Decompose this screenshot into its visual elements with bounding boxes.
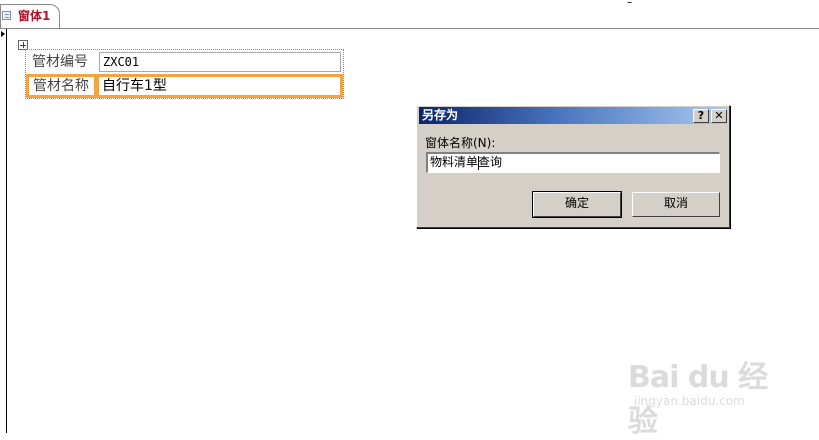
section-arrow-icon <box>1 31 5 37</box>
watermark-url: jingyan.baidu.com <box>634 394 745 408</box>
field-input-pipe-code[interactable]: ZXC01 <box>99 52 341 72</box>
field-label-pipe-name[interactable]: 管材名称 <box>26 74 97 98</box>
form-icon <box>2 11 11 20</box>
cancel-button[interactable]: 取消 <box>632 192 720 217</box>
tab-label: 窗体1 <box>18 9 51 23</box>
ok-button[interactable]: 确定 <box>532 191 622 218</box>
cursor-mark <box>626 0 632 3</box>
field-input-pipe-name[interactable]: 自行车1型 <box>96 74 343 98</box>
form-name-input[interactable]: 物料清单查询 <box>426 152 720 173</box>
form-name-value: 物料清单查询 <box>430 155 503 169</box>
text-caret <box>478 156 479 170</box>
design-left-edge <box>6 29 7 433</box>
document-tab-bar: 窗体1 <box>0 0 819 29</box>
help-button[interactable]: ? <box>693 109 709 123</box>
close-button[interactable]: ✕ <box>711 109 727 123</box>
save-as-dialog: 另存为 ? ✕ 窗体名称(N): 物料清单查询 确定 取消 <box>416 105 730 228</box>
dialog-title-bar[interactable]: 另存为 ? ✕ <box>419 107 727 124</box>
field-label-pipe-code: 管材编号 <box>32 54 88 70</box>
dialog-title: 另存为 <box>422 108 459 122</box>
form-name-label: 窗体名称(N): <box>425 136 496 150</box>
baidu-watermark: Bai du 经验 jingyan.baidu.com <box>628 350 778 439</box>
tab-form1[interactable]: 窗体1 <box>0 4 60 28</box>
